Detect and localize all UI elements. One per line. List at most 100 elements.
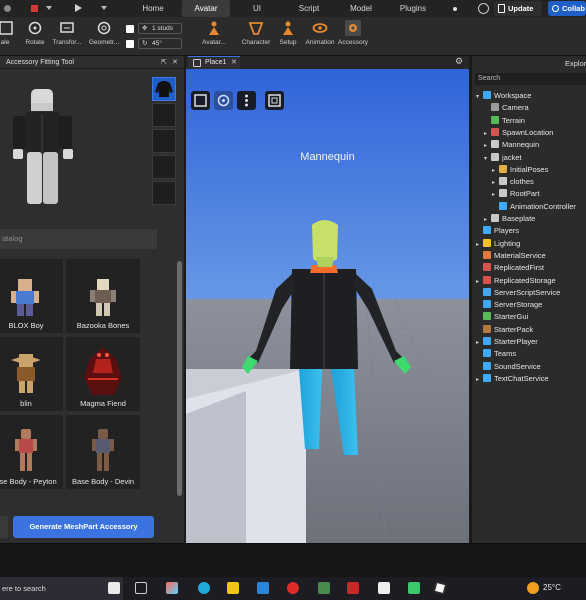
tree-item-clothes[interactable]: ▸ clothes xyxy=(492,176,534,188)
camera-mode-button[interactable] xyxy=(214,91,233,110)
tree-item-soundservice[interactable]: SoundService xyxy=(476,361,541,373)
move-snap-checkbox[interactable] xyxy=(126,25,134,33)
tree-item-players[interactable]: Players xyxy=(476,225,519,237)
setup-tool[interactable]: Setup xyxy=(277,20,299,46)
transform-tool[interactable]: Transfor... xyxy=(50,20,84,46)
catalog-item-bazooka-bones[interactable]: Bazooka Bones xyxy=(66,259,140,333)
caret-right-icon[interactable]: ▸ xyxy=(492,189,499,201)
capcut-icon[interactable] xyxy=(378,582,390,594)
generate-meshpart-accessory-button[interactable]: Generate MeshPart Accessory xyxy=(13,516,154,538)
accessory-slot-3[interactable] xyxy=(152,129,176,153)
rotate-snap-checkbox[interactable] xyxy=(126,40,134,48)
caret-down-icon[interactable]: ▾ xyxy=(484,153,491,165)
caret-right-icon[interactable]: ▸ xyxy=(476,337,483,349)
avatar-preview[interactable] xyxy=(0,70,150,220)
caret-right-icon[interactable]: ▸ xyxy=(476,239,483,251)
tree-item-lighting[interactable]: ▸ Lighting xyxy=(476,238,520,250)
gear-icon[interactable]: ⚙ xyxy=(455,56,463,67)
tree-item-replicatedstorage[interactable]: ▸ ReplicatedStorage xyxy=(476,275,556,287)
caret-right-icon[interactable]: ▸ xyxy=(492,165,499,177)
tree-item-initialposes[interactable]: ▸ InitialPoses xyxy=(492,164,548,176)
game-icon[interactable] xyxy=(347,582,359,594)
collaborate-button[interactable]: Collab xyxy=(548,1,586,16)
accessory-slot-5[interactable] xyxy=(152,181,176,205)
tab-script[interactable]: Script xyxy=(292,0,326,17)
catalog-scrollbar[interactable] xyxy=(177,261,182,496)
accessory-tool[interactable]: Accessory xyxy=(337,20,369,46)
xbox-icon[interactable] xyxy=(408,582,420,594)
rotate-increment-field[interactable]: ↻ 45° xyxy=(138,38,182,49)
caret-right-icon[interactable]: ▸ xyxy=(476,276,483,288)
tab-model[interactable]: Model xyxy=(343,0,379,17)
tree-item-textchatservice[interactable]: ▸ TextChatService xyxy=(476,373,549,385)
update-button[interactable]: Update xyxy=(494,1,542,16)
menu-icon[interactable] xyxy=(4,5,11,12)
opera-icon[interactable] xyxy=(287,582,299,594)
tree-item-starterplayer[interactable]: ▸ StarterPlayer xyxy=(476,336,538,348)
tree-item-terrain[interactable]: Terrain xyxy=(484,115,525,127)
caret-down-icon[interactable]: ▾ xyxy=(476,91,483,103)
catalog-item-blox-boy[interactable]: BLOX Boy xyxy=(0,259,63,333)
tree-item-baseplate[interactable]: ▸ Baseplate xyxy=(484,213,535,225)
tree-item-rootpart[interactable]: ▸ RootPart xyxy=(492,188,540,200)
store-icon[interactable] xyxy=(257,582,269,594)
avatar-tool[interactable]: Avatar... xyxy=(200,20,228,46)
accessory-slot-jacket[interactable] xyxy=(152,77,176,101)
accessory-slot-4[interactable] xyxy=(152,155,176,179)
caret-right-icon[interactable]: ▸ xyxy=(484,214,491,226)
tree-item-jacket[interactable]: ▾ jacket xyxy=(484,152,522,164)
stop-icon[interactable] xyxy=(31,5,38,12)
caret-right-icon[interactable]: ▸ xyxy=(484,128,491,140)
taskbar-search-input[interactable]: ere to search xyxy=(0,577,123,600)
edge-icon[interactable] xyxy=(198,582,210,594)
tab-avatar[interactable]: Avatar xyxy=(182,0,230,17)
move-increment-field[interactable]: ✥ 1 studs xyxy=(138,23,182,34)
chevron-down-icon[interactable] xyxy=(46,6,52,10)
character-tool[interactable]: Character xyxy=(240,20,272,46)
tree-item-teams[interactable]: Teams xyxy=(476,348,516,360)
copilot-app-icon[interactable] xyxy=(166,582,178,594)
select-mode-button[interactable] xyxy=(191,91,210,110)
tree-item-animationcontroller[interactable]: AnimationController xyxy=(492,201,576,213)
caret-right-icon[interactable]: ▸ xyxy=(484,140,491,152)
tab-home[interactable]: Home xyxy=(133,0,173,17)
scale-tool[interactable]: ale xyxy=(0,20,13,46)
tab-plugins[interactable]: Plugins xyxy=(393,0,433,17)
tree-item-starterpack[interactable]: StarterPack xyxy=(476,324,533,336)
tree-item-camera[interactable]: Camera xyxy=(484,102,529,114)
tree-item-replicatedfirst[interactable]: ReplicatedFirst xyxy=(476,262,544,274)
tree-item-serverstorage[interactable]: ServerStorage xyxy=(476,299,542,311)
catalog-item-base-body-peyton[interactable]: ase Body - Peyton xyxy=(0,415,63,489)
animation-tool[interactable]: Animation xyxy=(305,20,335,46)
help-icon[interactable] xyxy=(478,3,489,14)
catalog-search-input[interactable]: atalog xyxy=(0,229,157,249)
tree-item-workspace[interactable]: ▾ Workspace xyxy=(476,90,531,102)
chevron-down-icon[interactable] xyxy=(101,6,107,10)
play-icon[interactable] xyxy=(75,4,82,12)
catalog-item-goblin[interactable]: blin xyxy=(0,337,63,411)
catalog-item-base-body-devin[interactable]: Base Body - Devin xyxy=(66,415,140,489)
tree-item-mannequin[interactable]: ▸ Mannequin xyxy=(484,139,539,151)
tree-item-startergui[interactable]: StarterGui xyxy=(476,311,528,323)
accessory-slot-2[interactable] xyxy=(152,103,176,127)
geometry-tool[interactable]: Geometr... xyxy=(88,20,120,46)
close-icon[interactable]: ✕ xyxy=(172,56,178,69)
tab-ui[interactable]: UI xyxy=(245,0,269,17)
more-options-button[interactable] xyxy=(237,91,256,110)
fullscreen-button[interactable] xyxy=(265,91,284,110)
popout-icon[interactable]: ⇱ xyxy=(161,56,167,69)
explorer-search-input[interactable]: Search xyxy=(475,73,586,85)
catalog-item-magma-fiend[interactable]: Magma Fiend xyxy=(66,337,140,411)
file-explorer-icon[interactable] xyxy=(227,582,239,594)
caret-right-icon[interactable]: ▸ xyxy=(476,374,483,386)
copilot-icon[interactable] xyxy=(108,582,120,594)
app-icon[interactable] xyxy=(318,582,330,594)
roblox-studio-icon[interactable] xyxy=(432,580,448,596)
caret-right-icon[interactable]: ▸ xyxy=(492,177,499,189)
tab-place1[interactable]: Place1 ✕ xyxy=(188,56,240,69)
rotate-tool[interactable]: Rotate xyxy=(22,20,48,46)
overflow-dot-icon[interactable] xyxy=(453,7,457,11)
task-view-icon[interactable] xyxy=(135,582,147,594)
close-tab-icon[interactable]: ✕ xyxy=(231,57,237,69)
tree-item-serverscriptservice[interactable]: ServerScriptService xyxy=(476,287,560,299)
